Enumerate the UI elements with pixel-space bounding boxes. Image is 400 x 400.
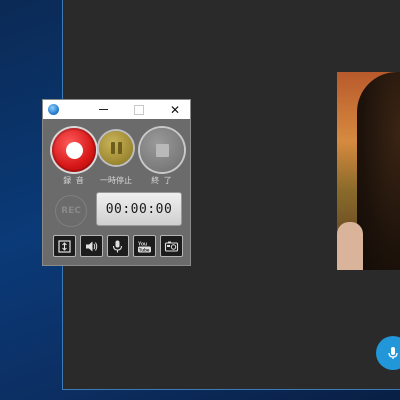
minimize-button[interactable] xyxy=(91,100,115,119)
maximize-button[interactable] xyxy=(127,100,151,119)
microphone-icon xyxy=(388,347,398,359)
rec-indicator: REC xyxy=(55,195,87,227)
microphone-icon xyxy=(113,240,123,252)
pause-icon xyxy=(110,142,122,154)
speaker-button[interactable] xyxy=(79,235,103,257)
title-bar: ✕ xyxy=(43,100,190,119)
svg-text:Tube: Tube xyxy=(139,247,150,252)
app-icon xyxy=(48,104,59,115)
youtube-icon: You Tube xyxy=(138,241,152,252)
hair-shape xyxy=(357,72,400,270)
speaker-icon xyxy=(85,241,97,251)
minimize-icon xyxy=(98,109,108,110)
fit-window-icon xyxy=(58,239,71,253)
record-icon xyxy=(65,141,83,159)
stop-label: 終 了 xyxy=(151,176,173,185)
elapsed-timer: 00:00:00 xyxy=(96,192,182,226)
toolbar: You Tube xyxy=(53,235,183,257)
fit-window-button[interactable] xyxy=(53,235,76,257)
pause-button[interactable] xyxy=(99,131,133,165)
video-preview-image xyxy=(337,72,400,270)
recorder-window: ✕ 録 音 一時停止 終 了 REC 00:00:00 You Tube xyxy=(42,99,191,266)
close-icon: ✕ xyxy=(169,102,181,117)
youtube-button[interactable]: You Tube xyxy=(133,235,157,257)
pause-label: 一時停止 xyxy=(100,176,132,185)
shoulder-shape xyxy=(337,222,363,270)
camera-icon xyxy=(165,241,179,252)
stop-button[interactable] xyxy=(140,128,184,172)
maximize-icon xyxy=(134,104,144,115)
close-button[interactable]: ✕ xyxy=(163,100,187,119)
microphone-toggle-button[interactable] xyxy=(106,235,130,257)
stop-icon xyxy=(155,143,169,157)
camera-button[interactable] xyxy=(160,235,183,257)
record-button[interactable] xyxy=(52,128,96,172)
